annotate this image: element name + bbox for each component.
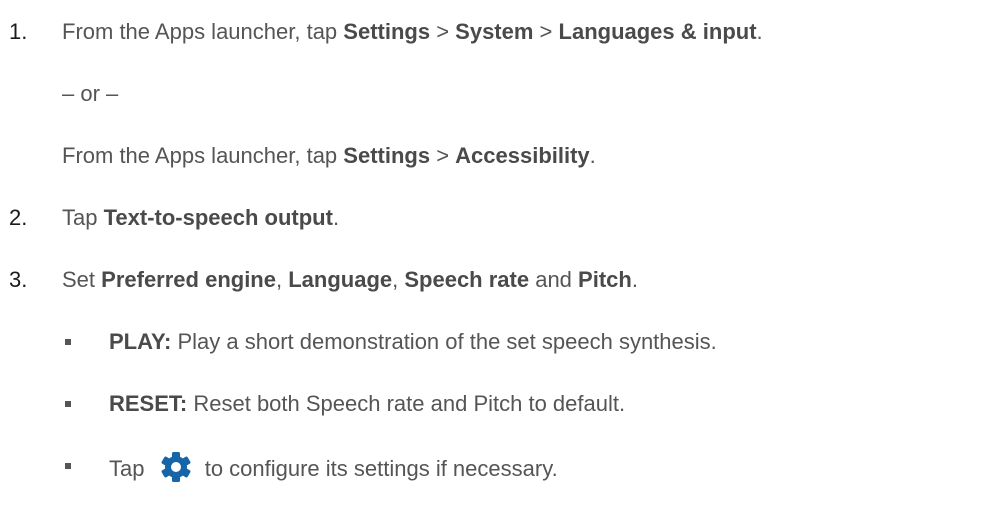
- step-number: 1.: [9, 19, 28, 44]
- menu-settings: Settings: [343, 143, 431, 168]
- menu-accessibility: Accessibility: [455, 143, 590, 168]
- option-pitch: Pitch: [578, 267, 632, 292]
- gear-icon: [157, 452, 195, 482]
- bullet-description: Play a short demonstration of the set sp…: [171, 329, 717, 354]
- bullet-marker: [65, 339, 71, 345]
- bullet-marker: [65, 401, 71, 407]
- menu-languages-input: Languages & input: [558, 19, 757, 44]
- bullet-label: RESET:: [109, 391, 188, 416]
- step-number: 3.: [9, 267, 28, 292]
- separator: >: [533, 19, 559, 44]
- menu-system: System: [455, 19, 534, 44]
- period: .: [756, 19, 763, 44]
- bullet-label: PLAY:: [109, 329, 172, 354]
- bullet-description: to configure its settings if necessary.: [198, 456, 558, 481]
- period: .: [589, 143, 596, 168]
- step-number: 2.: [9, 205, 28, 230]
- conjunction: and: [529, 267, 579, 292]
- step-text: Set Preferred engine, Language, Speech r…: [62, 266, 638, 294]
- option-language: Language: [288, 267, 393, 292]
- separator: ,: [275, 267, 289, 292]
- step-text-prefix: Set: [62, 267, 102, 292]
- bullet-prefix: Tap: [109, 456, 151, 481]
- bullet-marker: [65, 463, 71, 469]
- or-text: – or –: [62, 81, 119, 106]
- separator: ,: [392, 267, 405, 292]
- menu-settings: Settings: [343, 19, 431, 44]
- separator: >: [430, 19, 456, 44]
- option-preferred-engine: Preferred engine: [101, 267, 276, 292]
- alternative-prefix: From the Apps launcher, tap: [62, 143, 344, 168]
- alternative-text: From the Apps launcher, tap Settings > A…: [62, 142, 596, 170]
- option-speech-rate: Speech rate: [404, 267, 530, 292]
- menu-text-to-speech-output: Text-to-speech output: [103, 205, 333, 230]
- period: .: [631, 267, 638, 292]
- step-text-prefix: Tap: [62, 205, 104, 230]
- bullet-text: RESET: Reset both Speech rate and Pitch …: [109, 390, 625, 418]
- step-text: Tap Text-to-speech output.: [62, 204, 339, 232]
- step-text: From the Apps launcher, tap Settings > S…: [62, 18, 763, 46]
- bullet-text: Tap to configure its settings if necessa…: [109, 452, 558, 483]
- bullet-text: PLAY: Play a short demonstration of the …: [109, 328, 717, 356]
- step-text-prefix: From the Apps launcher, tap: [62, 19, 344, 44]
- period: .: [332, 205, 340, 230]
- bullet-description: Reset both Speech rate and Pitch to defa…: [187, 391, 626, 416]
- separator: >: [430, 143, 456, 168]
